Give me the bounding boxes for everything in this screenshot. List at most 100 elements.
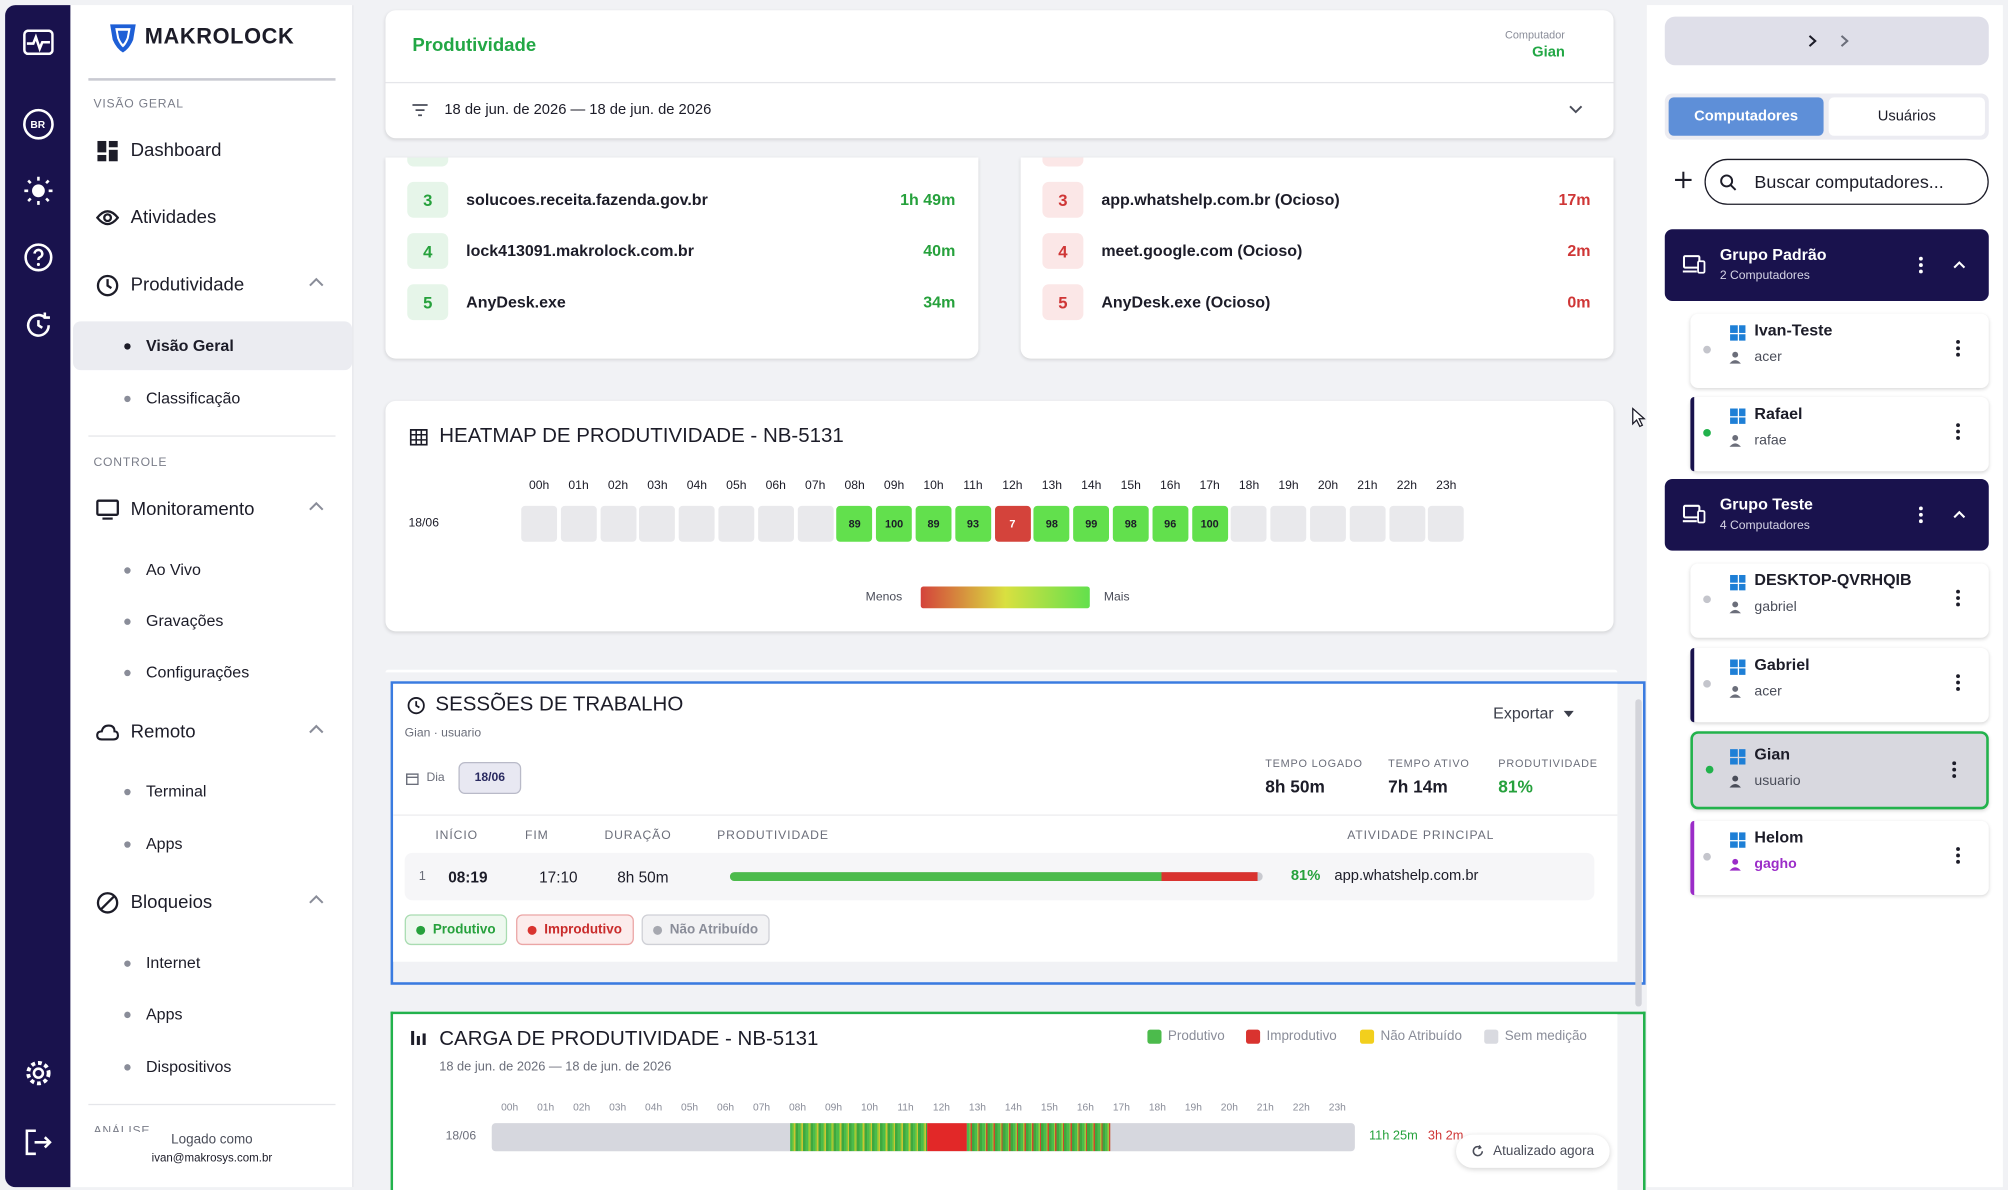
chevron-right-icon[interactable] (1808, 35, 1817, 48)
heatmap-cell[interactable]: 98 (1033, 505, 1070, 542)
heatmap-cell[interactable] (1310, 505, 1346, 542)
heatmap-cell[interactable]: 100 (876, 505, 913, 542)
more-vert-icon[interactable] (1955, 589, 1960, 607)
heatmap-cell[interactable] (1349, 505, 1386, 542)
grid-icon (409, 429, 428, 446)
search-input[interactable]: Buscar computadores... (1704, 158, 1989, 205)
export-label: Exportar (1493, 704, 1554, 723)
chevron-right-icon[interactable] (1840, 35, 1849, 48)
help-icon[interactable] (5, 236, 70, 280)
load-hour-label: 04h (645, 1101, 663, 1113)
heatmap-cell[interactable] (521, 505, 558, 542)
more-vert-icon[interactable] (1955, 339, 1960, 357)
nav-remoto[interactable]: Remoto (96, 717, 339, 748)
chevron-up-icon[interactable] (1953, 260, 1966, 269)
heatmap-cell[interactable] (1270, 505, 1307, 542)
rank-badge: 5 (407, 284, 449, 321)
heatmap-cell[interactable] (639, 505, 676, 542)
computer-card[interactable]: DESKTOP-QVRHQIB gabriel (1690, 563, 1989, 638)
heatmap-cell[interactable] (1388, 505, 1425, 542)
day-chip[interactable]: 18/06 (458, 761, 522, 794)
more-vert-icon[interactable] (1952, 761, 1957, 779)
group-header[interactable]: Grupo Padrão 2 Computadores (1664, 229, 1989, 301)
load-hour-label: 23h (1328, 1101, 1346, 1113)
computer-card[interactable]: Ivan-Teste acer (1690, 313, 1989, 389)
group-header[interactable]: Grupo Teste 4 Computadores (1664, 478, 1989, 551)
heatmap-cell[interactable] (1428, 505, 1465, 542)
heatmap-cell[interactable]: 99 (1073, 505, 1110, 542)
load-legend-sem-medicao: Sem medição (1484, 1028, 1587, 1044)
computer-card[interactable]: Helom gagho (1690, 820, 1989, 896)
sessions-subtitle: Gian · usuario (404, 726, 482, 741)
nav-ao-vivo[interactable]: Ao Vivo (124, 557, 201, 583)
table-row[interactable]: 1 08:19 17:10 8h 50m 81% app.whatshelp.c… (404, 852, 1595, 901)
panel-nav-bar (1664, 16, 1989, 66)
more-vert-icon[interactable] (1955, 423, 1960, 441)
nav-dashboard[interactable]: Dashboard (96, 136, 339, 167)
refresh-icon[interactable] (5, 304, 70, 348)
nav-configuracoes[interactable]: Configurações (124, 660, 249, 686)
load-hour-label: 09h (824, 1101, 843, 1113)
language-icon[interactable]: BR (5, 102, 70, 146)
nav-apps-bloqueios[interactable]: Apps (124, 1001, 182, 1027)
chevron-up-icon[interactable] (309, 501, 324, 511)
computer-card-selected[interactable]: Gian usuario (1690, 731, 1989, 810)
heatmap-cell[interactable]: 93 (955, 505, 991, 542)
scrollbar-thumb[interactable] (1635, 699, 1642, 1007)
heatmap-cell[interactable] (797, 505, 834, 542)
activity-icon[interactable] (5, 20, 70, 64)
more-vert-icon[interactable] (1955, 674, 1960, 692)
load-hour-label: 02h (573, 1101, 591, 1113)
heatmap-cell[interactable] (600, 505, 636, 542)
nav-apps-remoto[interactable]: Apps (124, 831, 182, 857)
heatmap-legend-more: Mais (1103, 590, 1130, 605)
heatmap-cell[interactable]: 7 (994, 505, 1031, 542)
nav-produtividade-label: Produtividade (130, 275, 245, 296)
more-vert-icon[interactable] (1918, 256, 1923, 274)
nav-gravacoes[interactable]: Gravações (124, 608, 223, 634)
chevron-down-icon[interactable] (1569, 105, 1583, 114)
computers-panel: Computadores Usuários Buscar computadore… (1646, 5, 2003, 1188)
heatmap-cell[interactable] (757, 505, 794, 542)
computer-card[interactable]: Rafael rafae (1690, 396, 1989, 472)
theme-icon[interactable] (5, 169, 70, 213)
heatmap-cell[interactable] (678, 505, 715, 542)
computer-card[interactable]: Gabriel acer (1690, 647, 1989, 723)
heatmap-cell[interactable]: 89 (836, 505, 873, 542)
nav-produtividade[interactable]: Produtividade (96, 270, 339, 301)
more-vert-icon[interactable] (1955, 846, 1960, 864)
add-icon[interactable] (1675, 171, 1692, 189)
chevron-up-icon[interactable] (309, 724, 324, 734)
heatmap-cell[interactable]: 96 (1152, 505, 1189, 542)
logout-icon[interactable] (5, 1121, 70, 1165)
date-filter[interactable]: 18 de jun. de 2026 — 18 de jun. de 2026 (385, 85, 1613, 136)
nav-classificacao[interactable]: Classificação (124, 385, 240, 411)
row-start: 08:19 (448, 868, 488, 887)
chevron-up-icon[interactable] (309, 894, 324, 904)
chevron-up-icon[interactable] (1953, 510, 1966, 519)
productivity-header-card: Produtividade Computador Gian 18 de jun.… (385, 10, 1614, 139)
computer-name: Helom (1754, 828, 1804, 847)
export-button[interactable]: Exportar (1493, 704, 1575, 723)
row-index: 1 (418, 869, 426, 884)
heatmap-cell[interactable] (718, 505, 755, 542)
heatmap-cell[interactable] (1231, 505, 1268, 542)
nav-visao-geral[interactable]: Visão Geral (124, 333, 234, 359)
settings-icon[interactable] (5, 1051, 70, 1095)
heatmap-cell[interactable]: 100 (1191, 505, 1228, 542)
nav-bloqueios[interactable]: Bloqueios (96, 887, 339, 918)
heatmap-cell[interactable]: 89 (915, 505, 952, 542)
tab-computadores[interactable]: Computadores (1668, 97, 1824, 136)
nav-monitoramento[interactable]: Monitoramento (96, 494, 339, 525)
more-vert-icon[interactable] (1918, 506, 1923, 524)
heatmap-cell[interactable]: 98 (1112, 505, 1149, 542)
computer-name: Rafael (1754, 404, 1803, 423)
nav-atividades[interactable]: Atividades (96, 202, 339, 233)
nav-dispositivos[interactable]: Dispositivos (124, 1054, 231, 1080)
tab-usuarios[interactable]: Usuários (1828, 97, 1985, 136)
heatmap-cell[interactable] (560, 505, 597, 542)
nav-internet[interactable]: Internet (124, 950, 200, 976)
calendar-icon (406, 773, 419, 786)
nav-terminal[interactable]: Terminal (124, 779, 207, 805)
chevron-up-icon[interactable] (309, 277, 324, 287)
